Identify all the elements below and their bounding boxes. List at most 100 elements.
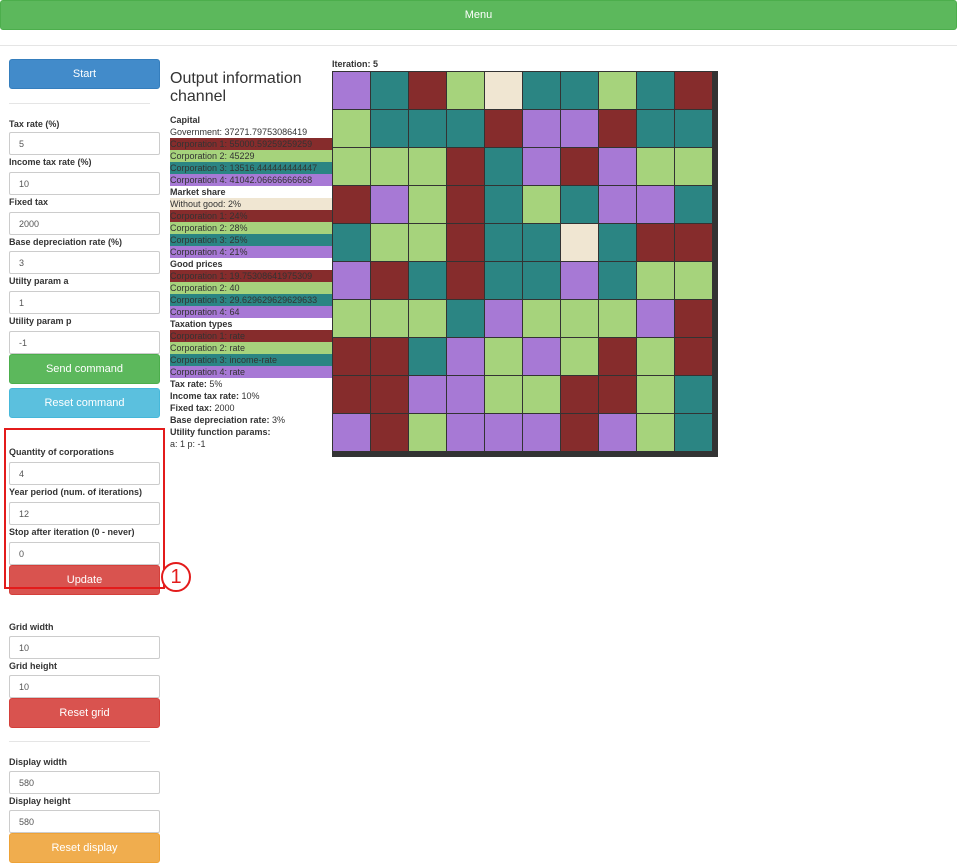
grid-cell[interactable] <box>333 186 370 223</box>
grid-cell[interactable] <box>485 414 522 451</box>
grid-cell[interactable] <box>523 338 560 375</box>
grid-cell[interactable] <box>371 300 408 337</box>
grid-cell[interactable] <box>523 224 560 261</box>
grid-cell[interactable] <box>637 300 674 337</box>
grid-cell[interactable] <box>371 148 408 185</box>
grid-cell[interactable] <box>599 262 636 299</box>
grid-cell[interactable] <box>637 376 674 413</box>
grid-cell[interactable] <box>675 148 712 185</box>
grid-cell[interactable] <box>523 148 560 185</box>
grid-cell[interactable] <box>447 300 484 337</box>
grid-cell[interactable] <box>637 148 674 185</box>
grid-cell[interactable] <box>675 186 712 223</box>
grid-cell[interactable] <box>599 338 636 375</box>
grid-cell[interactable] <box>523 376 560 413</box>
grid-cell[interactable] <box>561 148 598 185</box>
grid-cell[interactable] <box>675 300 712 337</box>
grid-cell[interactable] <box>371 262 408 299</box>
grid-cell[interactable] <box>333 300 370 337</box>
grid-cell[interactable] <box>599 148 636 185</box>
fixed-tax-input[interactable]: 2000 <box>9 212 160 235</box>
grid-cell[interactable] <box>675 224 712 261</box>
grid-cell[interactable] <box>675 262 712 299</box>
display-height-input[interactable]: 580 <box>9 810 160 833</box>
grid-cell[interactable] <box>485 338 522 375</box>
grid-cell[interactable] <box>447 72 484 109</box>
grid-cell[interactable] <box>409 110 446 147</box>
grid-cell[interactable] <box>561 300 598 337</box>
base-depreciation-input[interactable]: 3 <box>9 251 160 274</box>
grid-cell[interactable] <box>409 186 446 223</box>
grid-cell[interactable] <box>637 262 674 299</box>
display-width-input[interactable]: 580 <box>9 771 160 794</box>
grid-cell[interactable] <box>599 186 636 223</box>
grid-cell[interactable] <box>333 376 370 413</box>
grid-cell[interactable] <box>447 338 484 375</box>
grid-cell[interactable] <box>409 414 446 451</box>
grid-cell[interactable] <box>409 148 446 185</box>
reset-display-button[interactable]: Reset display <box>9 833 160 863</box>
grid-cell[interactable] <box>599 414 636 451</box>
grid-cell[interactable] <box>409 262 446 299</box>
simulation-grid[interactable] <box>332 71 718 457</box>
menu-button[interactable]: Menu <box>0 0 957 30</box>
utility-p-input[interactable]: -1 <box>9 331 160 354</box>
grid-width-input[interactable]: 10 <box>9 636 160 659</box>
grid-cell[interactable] <box>447 186 484 223</box>
grid-cell[interactable] <box>523 414 560 451</box>
grid-cell[interactable] <box>333 110 370 147</box>
grid-cell[interactable] <box>561 262 598 299</box>
grid-cell[interactable] <box>599 224 636 261</box>
grid-cell[interactable] <box>523 262 560 299</box>
grid-cell[interactable] <box>409 376 446 413</box>
grid-cell[interactable] <box>371 72 408 109</box>
grid-cell[interactable] <box>371 414 408 451</box>
grid-cell[interactable] <box>637 186 674 223</box>
grid-cell[interactable] <box>447 148 484 185</box>
grid-cell[interactable] <box>371 376 408 413</box>
grid-cell[interactable] <box>333 414 370 451</box>
reset-grid-button[interactable]: Reset grid <box>9 698 160 728</box>
grid-cell[interactable] <box>675 414 712 451</box>
grid-cell[interactable] <box>333 262 370 299</box>
grid-cell[interactable] <box>333 72 370 109</box>
grid-cell[interactable] <box>485 72 522 109</box>
grid-cell[interactable] <box>599 72 636 109</box>
grid-cell[interactable] <box>675 110 712 147</box>
grid-cell[interactable] <box>333 224 370 261</box>
grid-cell[interactable] <box>561 338 598 375</box>
grid-cell[interactable] <box>637 110 674 147</box>
grid-cell[interactable] <box>485 300 522 337</box>
grid-cell[interactable] <box>485 262 522 299</box>
grid-cell[interactable] <box>523 72 560 109</box>
tax-rate-input[interactable]: 5 <box>9 132 160 155</box>
grid-cell[interactable] <box>333 338 370 375</box>
grid-cell[interactable] <box>523 110 560 147</box>
income-tax-rate-input[interactable]: 10 <box>9 172 160 195</box>
grid-cell[interactable] <box>637 72 674 109</box>
grid-cell[interactable] <box>561 72 598 109</box>
grid-height-input[interactable]: 10 <box>9 675 160 698</box>
grid-cell[interactable] <box>409 72 446 109</box>
grid-cell[interactable] <box>523 186 560 223</box>
grid-cell[interactable] <box>637 338 674 375</box>
grid-cell[interactable] <box>675 72 712 109</box>
grid-cell[interactable] <box>561 224 598 261</box>
grid-cell[interactable] <box>447 414 484 451</box>
grid-cell[interactable] <box>561 376 598 413</box>
grid-cell[interactable] <box>599 300 636 337</box>
grid-cell[interactable] <box>637 414 674 451</box>
utility-a-input[interactable]: 1 <box>9 291 160 314</box>
grid-cell[interactable] <box>409 338 446 375</box>
grid-cell[interactable] <box>599 110 636 147</box>
grid-cell[interactable] <box>333 148 370 185</box>
grid-cell[interactable] <box>675 376 712 413</box>
grid-cell[interactable] <box>409 300 446 337</box>
grid-cell[interactable] <box>485 110 522 147</box>
grid-cell[interactable] <box>371 186 408 223</box>
grid-cell[interactable] <box>371 110 408 147</box>
grid-cell[interactable] <box>561 186 598 223</box>
grid-cell[interactable] <box>447 110 484 147</box>
grid-cell[interactable] <box>485 186 522 223</box>
grid-cell[interactable] <box>371 224 408 261</box>
